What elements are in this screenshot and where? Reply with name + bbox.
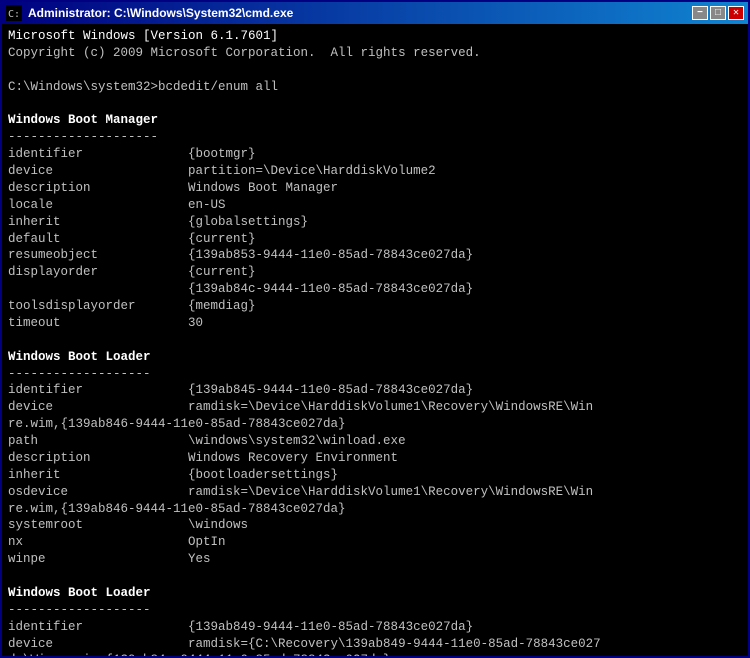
console-line: -------------------- [8, 130, 158, 144]
close-button[interactable]: ✕ [728, 6, 744, 20]
console-line: da\Winre.wim,{139ab84a-9444-11e0-85ad-78… [8, 653, 391, 656]
console-line: identifier {139ab849-9444-11e0-85ad-7884… [8, 620, 473, 634]
console-line: {139ab84c-9444-11e0-85ad-78843ce027da} [8, 282, 473, 296]
maximize-button[interactable]: □ [710, 6, 726, 20]
cmd-window: C: Administrator: C:\Windows\System32\cm… [0, 0, 750, 658]
console-output[interactable]: Microsoft Windows [Version 6.1.7601] Cop… [2, 24, 748, 656]
console-line: ------------------- [8, 603, 151, 617]
console-line: locale en-US [8, 198, 226, 212]
console-line: Copyright (c) 2009 Microsoft Corporation… [8, 46, 481, 60]
console-line: inherit {globalsettings} [8, 215, 308, 229]
console-line: device partition=\Device\HarddiskVolume2 [8, 164, 436, 178]
cmd-icon: C: [6, 5, 22, 21]
console-line: Windows Boot Manager [8, 113, 158, 127]
console-line: winpe Yes [8, 552, 211, 566]
console-line: displayorder {current} [8, 265, 256, 279]
console-line: device ramdisk=\Device\HarddiskVolume1\R… [8, 400, 593, 414]
console-line: resumeobject {139ab853-9444-11e0-85ad-78… [8, 248, 473, 262]
console-line: nx OptIn [8, 535, 226, 549]
console-line: re.wim,{139ab846-9444-11e0-85ad-78843ce0… [8, 502, 346, 516]
console-line: inherit {bootloadersettings} [8, 468, 338, 482]
console-line: re.wim,{139ab846-9444-11e0-85ad-78843ce0… [8, 417, 346, 431]
console-line: description Windows Recovery Environment [8, 451, 398, 465]
console-line: default {current} [8, 232, 256, 246]
console-line: identifier {bootmgr} [8, 147, 256, 161]
minimize-button[interactable]: − [692, 6, 708, 20]
svg-text:C:: C: [8, 9, 20, 20]
title-bar: C: Administrator: C:\Windows\System32\cm… [2, 2, 748, 24]
title-bar-left: C: Administrator: C:\Windows\System32\cm… [6, 5, 293, 21]
console-line: Microsoft Windows [Version 6.1.7601] [8, 29, 278, 43]
console-line: description Windows Boot Manager [8, 181, 338, 195]
console-line: Windows Boot Loader [8, 350, 151, 364]
window-title: Administrator: C:\Windows\System32\cmd.e… [28, 6, 293, 20]
console-line: C:\Windows\system32>bcdedit/enum all [8, 80, 278, 94]
console-line: path \windows\system32\winload.exe [8, 434, 406, 448]
console-line: Windows Boot Loader [8, 586, 151, 600]
console-line: osdevice ramdisk=\Device\HarddiskVolume1… [8, 485, 593, 499]
console-line: ------------------- [8, 367, 151, 381]
console-line: identifier {139ab845-9444-11e0-85ad-7884… [8, 383, 473, 397]
console-line: systemroot \windows [8, 518, 248, 532]
console-line: device ramdisk={C:\Recovery\139ab849-944… [8, 637, 601, 651]
window-controls: − □ ✕ [692, 6, 744, 20]
console-line: toolsdisplayorder {memdiag} [8, 299, 256, 313]
console-line: timeout 30 [8, 316, 203, 330]
